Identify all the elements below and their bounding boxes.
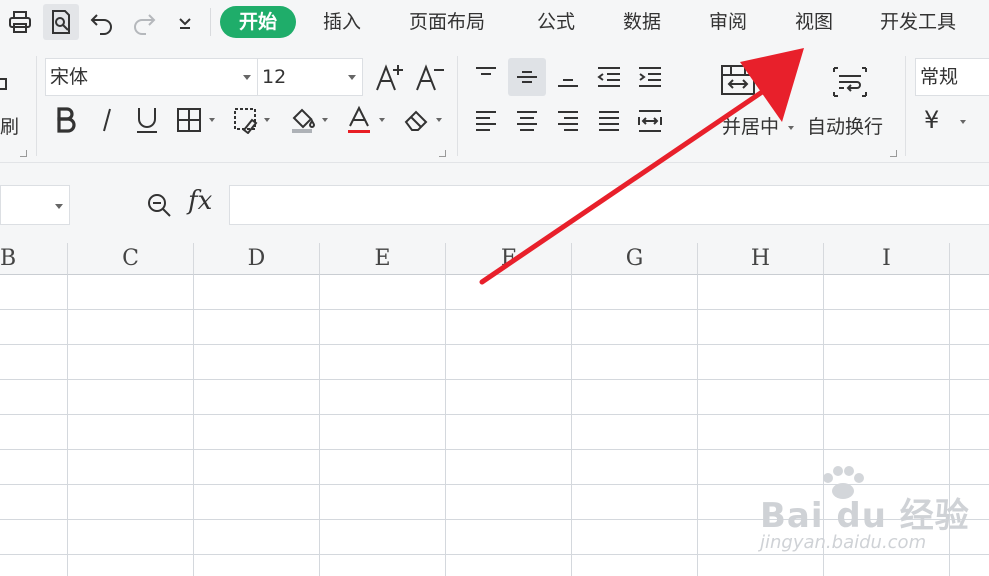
print-button[interactable]: [2, 4, 38, 40]
zoom-button[interactable]: [142, 188, 176, 222]
cell-format-icon: [234, 108, 258, 134]
tab-developer[interactable]: 开发工具: [880, 6, 956, 38]
print-preview-icon: [52, 10, 70, 34]
dialog-launcher-icon[interactable]: [20, 150, 27, 157]
annotation-arrow-icon: [479, 48, 804, 285]
italic-icon: [103, 108, 111, 132]
column-header-c[interactable]: C: [68, 243, 194, 275]
grid-line: [193, 275, 194, 576]
name-box[interactable]: [0, 185, 70, 225]
grid-line: [0, 554, 989, 555]
group-separator: [457, 56, 458, 156]
number-format-value: 常规: [920, 66, 959, 88]
chevron-down-icon: [243, 75, 251, 80]
underline-icon: [137, 108, 157, 133]
column-header-e[interactable]: E: [320, 243, 446, 275]
font-name-select[interactable]: 宋体: [45, 58, 258, 96]
borders-button[interactable]: [170, 102, 220, 138]
increase-font-size-button[interactable]: [372, 58, 408, 96]
grid-line: [697, 275, 698, 576]
dialog-launcher-icon[interactable]: [439, 150, 446, 157]
font-increase-icon: [376, 64, 403, 91]
chevron-down-icon: [379, 118, 385, 122]
quick-access-more-button[interactable]: [168, 4, 202, 40]
undo-button[interactable]: [84, 4, 120, 40]
chevron-down-icon: [960, 120, 966, 124]
italic-button[interactable]: [92, 102, 122, 138]
grid-line: [0, 344, 989, 345]
tab-formulas[interactable]: 公式: [537, 6, 575, 38]
chevron-down-icon: [348, 75, 356, 80]
font-size-select[interactable]: 12: [257, 58, 363, 96]
magnifier-icon: [148, 194, 171, 217]
format-painter-label[interactable]: 刷: [0, 112, 19, 139]
clear-button[interactable]: [396, 102, 448, 138]
bold-icon: [57, 107, 76, 133]
font-color-icon: [348, 105, 370, 133]
paint-bucket-icon: [292, 108, 316, 133]
grid-line: [319, 275, 320, 576]
decrease-font-size-button[interactable]: [412, 58, 448, 96]
font-color-button[interactable]: [340, 102, 390, 138]
underline-button[interactable]: [130, 102, 164, 138]
print-preview-button[interactable]: [43, 4, 79, 40]
currency-icon: ¥: [924, 106, 940, 134]
chevron-down-icon: [264, 118, 270, 122]
paw-icon: [823, 466, 864, 499]
font-decrease-icon: [416, 64, 444, 91]
borders-icon: [177, 108, 201, 132]
grid-line: [0, 414, 989, 415]
redo-icon: [134, 14, 156, 35]
undo-icon: [90, 14, 112, 35]
format-painter-icon: [0, 74, 10, 104]
redo-button[interactable]: [126, 4, 162, 40]
chevron-down-icon: [209, 118, 215, 122]
grid-line: [0, 309, 989, 310]
chevron-down-icon: [436, 118, 442, 122]
tab-review[interactable]: 审阅: [709, 6, 747, 38]
insert-function-button[interactable]: fx: [188, 186, 212, 216]
chevron-down-icon: [322, 118, 328, 122]
tab-insert[interactable]: 插入: [323, 6, 361, 38]
watermark-url: jingyan.baidu.com: [760, 532, 927, 553]
group-separator: [36, 56, 37, 156]
dialog-launcher-icon[interactable]: [890, 150, 897, 157]
tab-home[interactable]: 开始: [220, 6, 296, 38]
chevron-down-icon: [55, 204, 63, 209]
cell-format-button[interactable]: [226, 102, 276, 138]
grid-line: [571, 275, 572, 576]
tab-view[interactable]: 视图: [795, 6, 833, 38]
column-header-b[interactable]: B: [0, 243, 68, 275]
grid-line: [445, 275, 446, 576]
column-header-j[interactable]: [950, 243, 989, 275]
tab-page-layout[interactable]: 页面布局: [409, 6, 485, 38]
bold-button[interactable]: [50, 102, 82, 138]
fill-color-button[interactable]: [282, 102, 334, 138]
grid-line: [0, 379, 989, 380]
column-header-d[interactable]: D: [194, 243, 320, 275]
column-header-i[interactable]: I: [824, 243, 950, 275]
number-format-select[interactable]: 常规: [915, 58, 989, 96]
grid-line: [0, 449, 989, 450]
tab-data[interactable]: 数据: [623, 6, 661, 38]
currency-button[interactable]: ¥: [924, 106, 939, 134]
print-icon: [9, 11, 31, 33]
group-separator: [905, 56, 906, 156]
tab-separator: [210, 8, 211, 36]
eraser-icon: [404, 110, 428, 131]
wrap-text-icon: [826, 62, 874, 102]
font-name-value: 宋体: [50, 66, 89, 88]
chevron-down-icon: [179, 18, 191, 29]
font-size-value: 12: [262, 66, 287, 88]
grid-line: [67, 275, 68, 576]
